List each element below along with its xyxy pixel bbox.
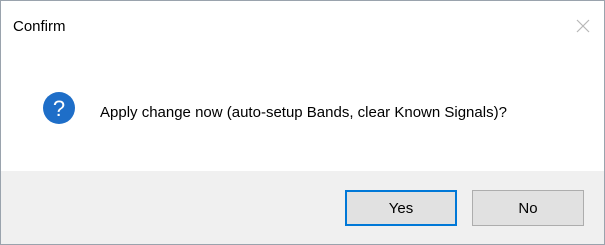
question-icon: ?	[42, 91, 76, 125]
svg-text:?: ?	[53, 96, 65, 121]
button-bar: Yes No	[1, 171, 604, 244]
confirm-dialog: Confirm ? Apply change now (auto-setup B…	[0, 0, 605, 245]
yes-button[interactable]: Yes	[345, 190, 457, 226]
dialog-content: ? Apply change now (auto-setup Bands, cl…	[1, 53, 604, 171]
dialog-message: Apply change now (auto-setup Bands, clea…	[100, 104, 507, 121]
title-bar: Confirm	[1, 1, 604, 53]
close-icon[interactable]	[572, 15, 594, 37]
no-button[interactable]: No	[472, 190, 584, 226]
dialog-title: Confirm	[13, 18, 66, 35]
